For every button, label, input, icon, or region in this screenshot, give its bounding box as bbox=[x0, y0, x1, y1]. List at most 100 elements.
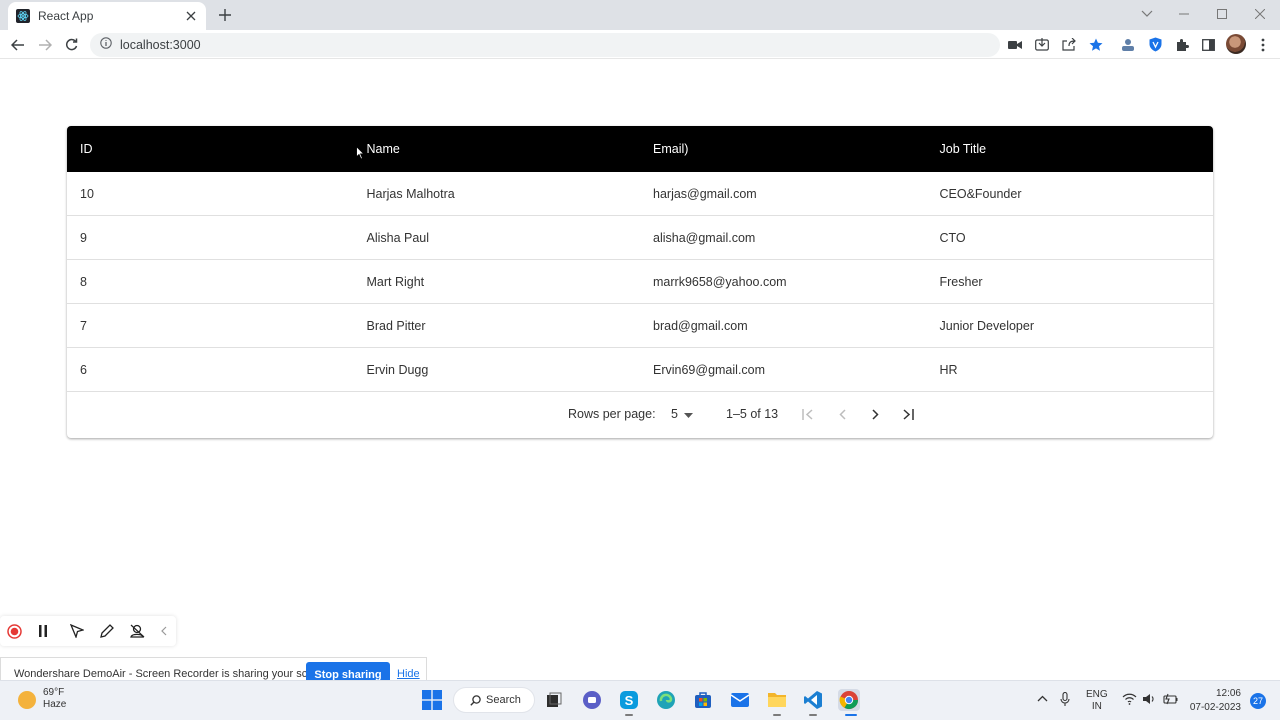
browser-toolbar: localhost:3000 bbox=[0, 30, 1280, 59]
next-page-icon[interactable] bbox=[866, 405, 884, 423]
notification-count-badge[interactable]: 27 bbox=[1250, 693, 1266, 709]
previous-page-icon[interactable] bbox=[833, 405, 851, 423]
cell-job-title: CEO&Founder bbox=[939, 186, 1022, 201]
install-app-icon[interactable] bbox=[1033, 36, 1050, 53]
url-text: localhost:3000 bbox=[120, 38, 201, 52]
tab-title: React App bbox=[38, 9, 94, 23]
haze-weather-icon bbox=[18, 691, 36, 709]
browser-tab[interactable]: React App bbox=[8, 2, 206, 30]
record-stop-icon[interactable] bbox=[6, 623, 22, 639]
profile-avatar[interactable] bbox=[1226, 34, 1246, 54]
cell-name: Alisha Paul bbox=[366, 230, 430, 245]
weather-temperature: 69°F bbox=[43, 687, 65, 698]
dropdown-caret-icon bbox=[683, 407, 693, 421]
extensions-puzzle-icon[interactable] bbox=[1173, 36, 1190, 53]
rows-per-page-value: 5 bbox=[671, 407, 678, 421]
tab-search-chevron-icon[interactable] bbox=[1137, 5, 1157, 23]
pause-icon[interactable] bbox=[35, 623, 51, 639]
language-indicator[interactable]: ENG IN bbox=[1086, 689, 1108, 713]
cell-id: 10 bbox=[80, 186, 94, 201]
microphone-icon[interactable] bbox=[1060, 691, 1070, 711]
users-table: ID Name Email) Job Title 10 Harjas Malho… bbox=[67, 126, 1213, 438]
share-icon[interactable] bbox=[1060, 36, 1077, 53]
collapse-chevron-icon[interactable] bbox=[156, 623, 172, 639]
table-row: 6 Ervin Dugg Ervin69@gmail.com HR bbox=[67, 348, 1213, 392]
wifi-icon[interactable] bbox=[1122, 693, 1137, 709]
search-icon bbox=[470, 694, 481, 706]
camera-icon[interactable] bbox=[1006, 36, 1023, 53]
extension-user-icon[interactable] bbox=[1119, 36, 1136, 53]
table-pagination: Rows per page: 5 1–5 of 13 bbox=[67, 392, 1213, 436]
windows-start-icon[interactable] bbox=[421, 689, 443, 711]
cell-email: harjas@gmail.com bbox=[653, 186, 757, 201]
header-id[interactable]: ID bbox=[67, 142, 354, 156]
cell-job-title: Fresher bbox=[939, 274, 983, 289]
pen-tool-icon[interactable] bbox=[99, 623, 115, 639]
cell-name: Ervin Dugg bbox=[366, 362, 429, 377]
first-page-icon[interactable] bbox=[799, 405, 817, 423]
weather-widget[interactable]: 69°F Haze bbox=[18, 687, 66, 711]
mail-icon[interactable] bbox=[729, 689, 751, 711]
hide-link[interactable]: Hide bbox=[397, 668, 420, 680]
table-row: 8 Mart Right marrk9658@yahoo.com Fresher bbox=[67, 260, 1213, 304]
cell-id: 6 bbox=[80, 362, 87, 377]
close-window-icon[interactable] bbox=[1250, 5, 1270, 23]
forward-arrow-icon[interactable] bbox=[36, 36, 53, 53]
task-view-icon[interactable] bbox=[543, 689, 565, 711]
region-code: IN bbox=[1091, 701, 1102, 712]
language-code: ENG bbox=[1086, 689, 1108, 700]
mouse-cursor-icon bbox=[356, 145, 366, 160]
cell-email: marrk9658@yahoo.com bbox=[653, 274, 787, 289]
rows-per-page-label: Rows per page: bbox=[568, 407, 656, 421]
header-name[interactable]: Name bbox=[354, 142, 641, 156]
header-job-title[interactable]: Job Title bbox=[927, 142, 1214, 156]
back-arrow-icon[interactable] bbox=[9, 36, 26, 53]
svg-text:S: S bbox=[625, 693, 634, 708]
file-explorer-icon[interactable] bbox=[766, 689, 788, 711]
cell-job-title: Junior Developer bbox=[939, 318, 1035, 333]
reload-icon[interactable] bbox=[63, 36, 80, 53]
search-label: Search bbox=[486, 694, 521, 706]
bookmark-star-icon[interactable] bbox=[1087, 36, 1104, 53]
maximize-icon[interactable] bbox=[1212, 5, 1232, 23]
cell-email: Ervin69@gmail.com bbox=[653, 362, 766, 377]
minimize-icon[interactable] bbox=[1174, 5, 1194, 23]
rows-per-page-select[interactable]: 5 bbox=[671, 407, 693, 421]
show-hidden-icons-chevron[interactable] bbox=[1037, 694, 1048, 706]
vscode-icon[interactable] bbox=[802, 689, 824, 711]
camera-user-icon[interactable] bbox=[129, 623, 145, 639]
cell-job-title: CTO bbox=[939, 230, 966, 245]
close-tab-icon[interactable] bbox=[184, 9, 198, 23]
pagination-range: 1–5 of 13 bbox=[726, 407, 779, 421]
cell-name: Harjas Malhotra bbox=[366, 186, 455, 201]
clock[interactable]: 12:06 07-02-2023 bbox=[1187, 688, 1241, 714]
header-email[interactable]: Email) bbox=[640, 142, 927, 156]
taskbar-search[interactable]: Search bbox=[453, 687, 535, 713]
address-bar[interactable]: localhost:3000 bbox=[90, 33, 1000, 57]
teams-chat-icon[interactable] bbox=[581, 689, 603, 711]
table-row: 10 Harjas Malhotra harjas@gmail.com CEO&… bbox=[67, 172, 1213, 216]
chrome-icon[interactable] bbox=[838, 689, 860, 711]
skype-icon[interactable]: S bbox=[618, 689, 640, 711]
menu-kebab-icon[interactable] bbox=[1254, 36, 1271, 53]
cell-name: Mart Right bbox=[366, 274, 425, 289]
cell-id: 7 bbox=[80, 318, 87, 333]
table-row: 9 Alisha Paul alisha@gmail.com CTO bbox=[67, 216, 1213, 260]
site-info-icon[interactable] bbox=[100, 36, 112, 54]
cell-id: 8 bbox=[80, 274, 87, 289]
new-tab-icon[interactable] bbox=[216, 6, 234, 24]
cell-name: Brad Pitter bbox=[366, 318, 426, 333]
battery-icon[interactable] bbox=[1162, 693, 1178, 709]
weather-description: Haze bbox=[43, 699, 67, 710]
side-panel-icon[interactable] bbox=[1200, 36, 1217, 53]
cell-id: 9 bbox=[80, 230, 87, 245]
react-favicon-icon bbox=[16, 9, 30, 23]
last-page-icon[interactable] bbox=[899, 405, 917, 423]
pointer-tool-icon[interactable] bbox=[69, 623, 85, 639]
volume-icon[interactable] bbox=[1142, 693, 1156, 709]
cell-job-title: HR bbox=[939, 362, 958, 377]
microsoft-store-icon[interactable] bbox=[692, 689, 714, 711]
shield-extension-icon[interactable] bbox=[1147, 36, 1164, 53]
edge-browser-icon[interactable] bbox=[655, 689, 677, 711]
table-header-row: ID Name Email) Job Title bbox=[67, 126, 1213, 172]
